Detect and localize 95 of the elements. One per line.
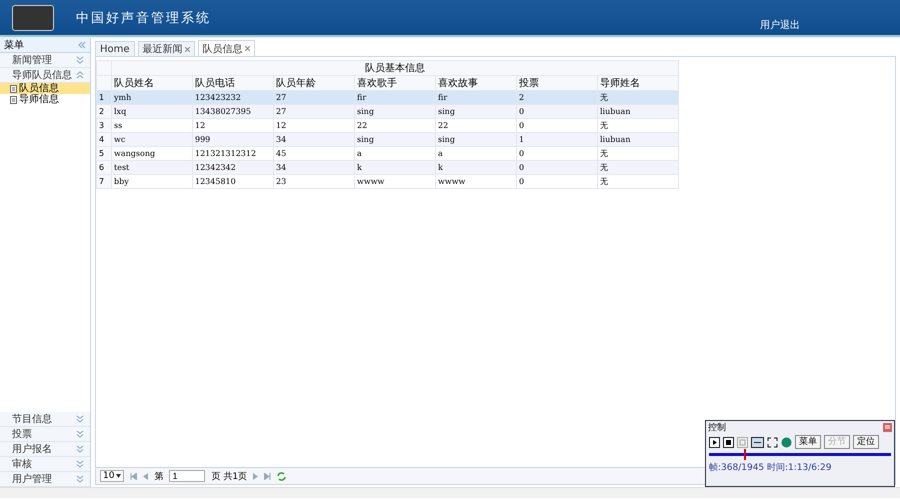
column-header[interactable]: 喜欢歌手 xyxy=(354,76,436,90)
stop-icon[interactable] xyxy=(723,436,734,448)
sidebar-group[interactable]: 投票 xyxy=(0,427,90,442)
document-icon xyxy=(10,84,17,92)
dropdown-caret-icon xyxy=(116,474,122,478)
toolbar-button[interactable]: 定位 xyxy=(853,435,879,449)
table-cell: ymh xyxy=(112,90,192,104)
tab[interactable]: Home xyxy=(95,41,135,56)
table-cell: bby xyxy=(112,174,192,188)
last-page-icon[interactable] xyxy=(264,472,272,480)
row-number: 7 xyxy=(96,174,112,188)
page-count: 页 共1页 xyxy=(211,470,248,482)
sidebar-item[interactable]: 导师信息 xyxy=(0,94,90,105)
row-number: 6 xyxy=(96,160,112,174)
table-cell: 无 xyxy=(598,174,678,188)
table-cell: sing xyxy=(354,132,436,146)
collapse-sidebar-icon[interactable] xyxy=(78,41,86,49)
group-header: 队员基本信息 xyxy=(112,60,678,76)
window-title: 控制 xyxy=(708,422,726,434)
table-cell: 1 xyxy=(516,132,598,146)
column-header[interactable]: 队员电话 xyxy=(192,76,274,90)
table-cell: liubuan xyxy=(598,104,678,118)
toolbar-button[interactable]: 菜单 xyxy=(795,435,821,449)
table-cell: fir xyxy=(354,90,436,104)
table-cell: 0 xyxy=(516,160,598,174)
collapse-chevron-icon[interactable] xyxy=(76,71,84,79)
first-page-icon[interactable] xyxy=(130,472,138,480)
table-cell: wwww xyxy=(436,174,516,188)
logout-link[interactable]: 用户退出 xyxy=(760,18,800,32)
sidebar-group[interactable]: 用户管理 xyxy=(0,472,90,487)
play-icon[interactable] xyxy=(709,436,720,448)
table-cell: liubuan xyxy=(598,132,678,146)
table-cell: fir xyxy=(436,90,516,104)
table-cell: k xyxy=(436,160,516,174)
row-number: 2 xyxy=(96,104,112,118)
expand-chevron-icon[interactable] xyxy=(76,415,84,423)
table-cell: k xyxy=(354,160,436,174)
playback-status: 帧:368/1945 时间:1:13/6:29 xyxy=(708,462,832,474)
page-input[interactable]: 1 xyxy=(169,470,206,482)
table-cell: wwww xyxy=(354,174,436,188)
column-header[interactable]: 投票 xyxy=(516,76,598,90)
row-number: 5 xyxy=(96,146,112,160)
sidebar-group[interactable]: 用户报名 xyxy=(0,442,90,457)
table-cell: sing xyxy=(436,104,516,118)
expand-chevron-icon[interactable] xyxy=(76,56,84,64)
row-number: 1 xyxy=(96,90,112,104)
tab[interactable]: 队员信息 xyxy=(198,40,255,56)
app-title: 中国好声音管理系统 xyxy=(76,10,211,26)
table-cell: 23 xyxy=(274,174,354,188)
table-cell: sing xyxy=(436,132,516,146)
expand-chevron-icon[interactable] xyxy=(76,430,84,438)
refresh-icon[interactable] xyxy=(277,472,286,480)
table-cell: test xyxy=(112,160,192,174)
table-cell: 34 xyxy=(274,160,354,174)
sidebar-group[interactable]: 新闻管理 xyxy=(0,53,90,68)
row-number: 4 xyxy=(96,132,112,146)
table-cell: 999 xyxy=(192,132,274,146)
expand-chevron-icon[interactable] xyxy=(76,445,84,453)
table-cell: 27 xyxy=(274,104,354,118)
expand-chevron-icon[interactable] xyxy=(76,475,84,483)
screen-icon[interactable] xyxy=(751,436,764,448)
table-cell: 34 xyxy=(274,132,354,146)
logo-placeholder xyxy=(12,4,54,30)
tab[interactable]: 最近新闻 xyxy=(138,41,195,56)
column-header[interactable]: 喜欢故事 xyxy=(436,76,516,90)
table-cell: lxq xyxy=(112,104,192,118)
table-cell: 无 xyxy=(598,160,678,174)
sidebar-item[interactable]: 队员信息 xyxy=(0,83,90,94)
table-cell: 无 xyxy=(598,90,678,104)
progress-thumb[interactable] xyxy=(744,449,746,460)
row-number: 3 xyxy=(96,118,112,132)
next-page-icon[interactable] xyxy=(253,472,258,480)
page-size-select[interactable]: 10 xyxy=(100,470,124,482)
sidebar-title: 菜单 xyxy=(4,38,24,52)
sidebar-group[interactable]: 审核 xyxy=(0,457,90,472)
table-cell: 13438027395 xyxy=(192,104,274,118)
sidebar-group[interactable]: 节目信息 xyxy=(0,412,90,427)
fullscreen-icon[interactable] xyxy=(767,436,778,448)
column-header[interactable]: 队员姓名 xyxy=(112,76,192,90)
table-cell: 123423232 xyxy=(192,90,274,104)
column-header[interactable]: 队员年龄 xyxy=(274,76,354,90)
table-cell: 0 xyxy=(516,104,598,118)
table-cell: wc xyxy=(112,132,192,146)
table-cell: 12342342 xyxy=(192,160,274,174)
sidebar-group[interactable]: 导师队员信息 xyxy=(0,68,90,83)
table-cell: 2 xyxy=(516,90,598,104)
document-icon xyxy=(10,96,17,104)
expand-chevron-icon[interactable] xyxy=(76,460,84,468)
table-cell: 27 xyxy=(274,90,354,104)
table-cell: 0 xyxy=(516,174,598,188)
previous-page-icon[interactable] xyxy=(143,472,148,480)
table-cell: sing xyxy=(354,104,436,118)
page-prefix: 第 xyxy=(154,470,164,482)
table-cell: 12345810 xyxy=(192,174,274,188)
column-header[interactable]: 导师姓名 xyxy=(598,76,678,90)
